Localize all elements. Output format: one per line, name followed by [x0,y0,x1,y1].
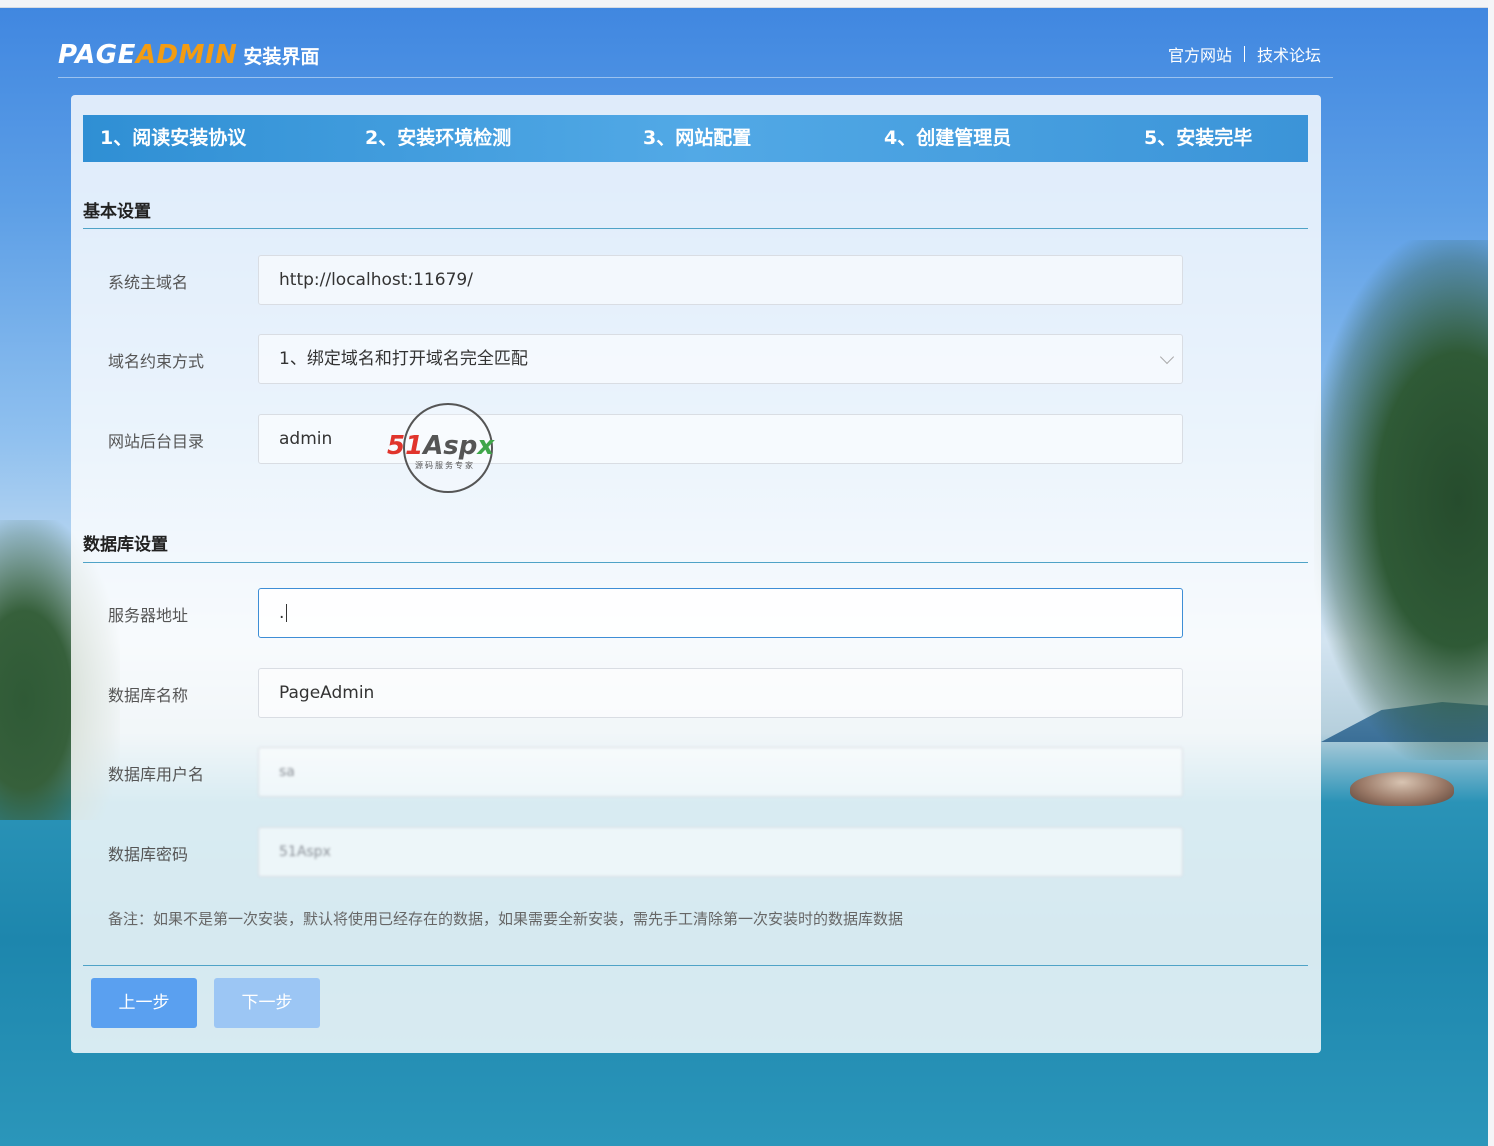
db-name-label: 数据库名称 [108,686,189,705]
install-note: 备注：如果不是第一次安装，默认将使用已经存在的数据，如果需要全新安装，需先手工清… [108,910,904,928]
watermark-brand-51: 51 [387,431,424,461]
server-value: . [279,603,285,623]
admin-dir-value: admin [279,429,333,449]
browser-top-edge [0,0,1494,8]
step-3: 3、网站配置 [643,127,752,149]
text-caret [286,604,288,622]
db-name-input[interactable]: PageAdmin [258,668,1183,718]
domain-label: 系统主域名 [108,273,189,292]
background-tree-right [1314,240,1494,760]
server-input[interactable]: . [258,588,1183,638]
db-name-value: PageAdmin [279,683,375,703]
logo-admin-text: ADMIN [135,40,238,70]
step-bar: 1、阅读安装协议 2、安装环境检测 3、网站配置 4、创建管理员 5、安装完毕 [83,115,1308,162]
header: PAGE ADMIN 安装界面 官方网站 技术论坛 [58,34,1333,78]
constraint-label: 域名约束方式 [108,352,205,371]
top-links: 官方网站 技术论坛 [1168,42,1321,66]
db-user-input[interactable]: sa [258,747,1183,797]
install-card: 1、阅读安装协议 2、安装环境检测 3、网站配置 4、创建管理员 5、安装完毕 … [71,95,1321,1053]
admin-dir-label: 网站后台目录 [108,432,205,451]
official-site-link[interactable]: 官方网站 [1168,42,1232,66]
db-password-input[interactable]: 51Aspx [258,827,1183,877]
watermark-subtitle: 源码服务专家 [415,461,475,470]
tech-forum-link[interactable]: 技术论坛 [1257,42,1321,66]
db-user-label: 数据库用户名 [108,765,205,784]
watermark-brand: 51Aspx [387,431,494,461]
server-label: 服务器地址 [108,606,189,625]
db-user-value: sa [279,764,295,780]
watermark-brand-asp: Asp [423,431,478,461]
database-settings-title: 数据库设置 [83,535,168,555]
domain-value: http://localhost:11679/ [279,270,473,290]
watermark-brand-x: x [477,431,495,461]
constraint-value: 1、绑定域名和打开域名完全匹配 [279,349,528,369]
logo-page-text: PAGE [58,40,136,70]
db-password-value: 51Aspx [279,844,331,860]
prev-step-button[interactable]: 上一步 [91,978,197,1028]
section-divider [83,562,1308,563]
step-5: 5、安装完毕 [1144,127,1253,149]
step-2: 2、安装环境检测 [365,127,512,149]
section-divider [83,228,1308,229]
step-1: 1、阅读安装协议 [100,127,247,149]
step-4: 4、创建管理员 [884,127,1012,149]
footer-divider [83,965,1308,966]
domain-input[interactable]: http://localhost:11679/ [258,255,1183,305]
logo: PAGE ADMIN 安装界面 [58,40,319,70]
constraint-select[interactable]: 1、绑定域名和打开域名完全匹配 [258,334,1183,384]
chevron-down-icon [1159,349,1175,365]
logo-subtitle: 安装界面 [243,46,320,68]
db-password-label: 数据库密码 [108,845,189,864]
watermark-stamp: 51Aspx 源码服务专家 [387,403,511,493]
background-rock [1350,772,1454,806]
basic-settings-title: 基本设置 [83,202,151,222]
next-step-button[interactable]: 下一步 [214,978,320,1028]
window-right-edge [1488,0,1494,1146]
link-separator [1243,46,1245,62]
